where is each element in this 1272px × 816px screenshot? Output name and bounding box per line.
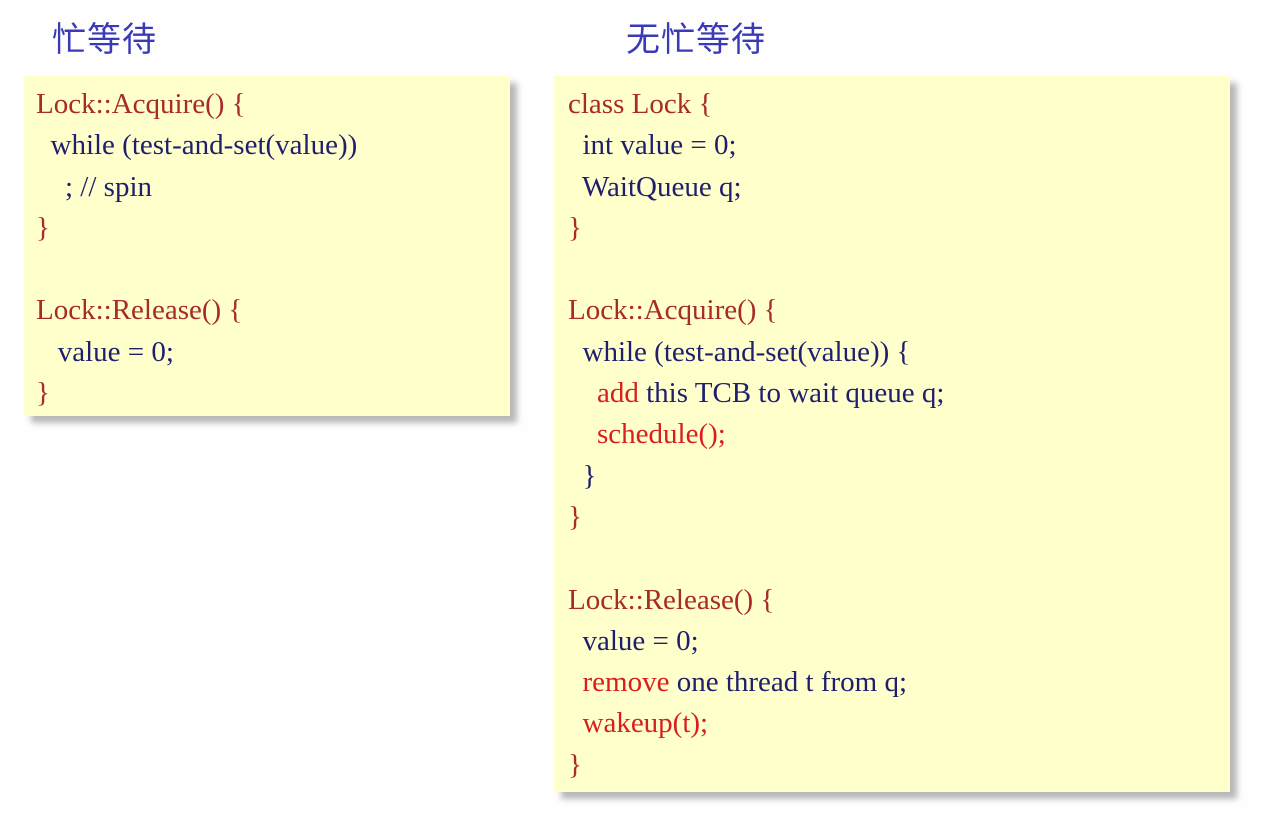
code-segment: Lock::Release() { — [568, 583, 775, 616]
code-line: add this TCB to wait queue q; — [568, 373, 944, 414]
busy-wait-heading: 忙等待 — [52, 20, 157, 60]
no-busy-wait-code-panel: class Lock { int value = 0; WaitQueue q;… — [554, 76, 1230, 792]
code-line: while (test-and-set(value)) { — [568, 332, 944, 373]
code-line: class Lock { — [568, 84, 944, 125]
code-line: int value = 0; — [568, 125, 944, 166]
code-segment: Lock::Acquire() { — [36, 88, 246, 120]
code-segment: Lock::Release() { — [36, 294, 243, 327]
code-line: ; // spin — [36, 167, 357, 208]
code-segment: while (test-and-set(value)) { — [568, 335, 911, 368]
code-line: Lock::Release() { — [36, 290, 357, 331]
code-segment: } — [568, 748, 582, 781]
code-segment: Lock::Acquire() { — [568, 294, 778, 327]
code-segment: WaitQueue q; — [568, 170, 742, 203]
no-busy-wait-heading: 无忙等待 — [626, 20, 766, 60]
code-segment: } — [36, 377, 50, 410]
code-line: value = 0; — [568, 621, 944, 662]
code-line: value = 0; — [36, 332, 357, 373]
code-segment: remove — [568, 666, 670, 699]
busy-wait-code-panel: Lock::Acquire() { while (test-and-set(va… — [24, 76, 510, 416]
code-line: Lock::Acquire() { — [36, 84, 357, 125]
code-line: } — [568, 208, 944, 249]
code-segment: } — [568, 459, 597, 492]
code-line: } — [568, 745, 944, 786]
code-segment: schedule(); — [568, 418, 726, 451]
code-segment: class Lock { — [568, 88, 713, 120]
code-segment: while (test-and-set(value)) — [36, 129, 358, 162]
code-line: Lock::Acquire() { — [568, 290, 944, 331]
code-line: } — [568, 497, 944, 538]
code-line: remove one thread t from q; — [568, 662, 944, 703]
code-segment: } — [568, 500, 582, 533]
code-segment: } — [36, 211, 50, 244]
code-line: } — [36, 208, 357, 249]
code-segment: int value = 0; — [568, 129, 737, 162]
code-segment: wakeup(t); — [568, 707, 709, 740]
code-line: } — [36, 373, 357, 414]
code-line: schedule(); — [568, 414, 944, 455]
code-segment: add — [568, 377, 639, 410]
code-line: Lock::Release() { — [568, 580, 944, 621]
code-segment: } — [568, 211, 582, 244]
no-busy-wait-code: class Lock { int value = 0; WaitQueue q;… — [568, 84, 944, 786]
code-segment: value = 0; — [36, 335, 174, 368]
code-segment: ; // spin — [36, 170, 153, 203]
code-line: while (test-and-set(value)) — [36, 125, 358, 166]
code-segment: value = 0; — [568, 624, 699, 657]
code-line: WaitQueue q; — [568, 167, 944, 208]
code-segment: one thread t from q; — [669, 666, 908, 699]
code-line: wakeup(t); — [568, 703, 944, 744]
code-segment: this TCB to wait queue q; — [638, 377, 945, 410]
code-line: } — [568, 456, 944, 497]
busy-wait-code: Lock::Acquire() { while (test-and-set(va… — [36, 84, 357, 414]
